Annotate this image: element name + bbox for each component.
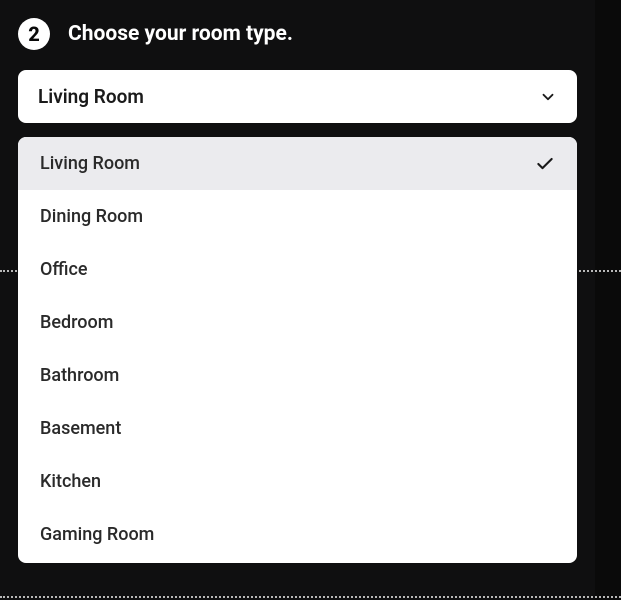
dropdown-option[interactable]: Kitchen xyxy=(18,455,577,508)
step-number: 2 xyxy=(28,22,40,46)
option-label: Basement xyxy=(40,418,121,439)
option-label: Bedroom xyxy=(40,312,113,333)
select-current-value: Living Room xyxy=(38,85,144,108)
dropdown-option[interactable]: Living Room xyxy=(18,137,577,190)
option-label: Living Room xyxy=(40,153,140,174)
step-header: 2 Choose your room type. xyxy=(18,18,577,50)
step-panel: 2 Choose your room type. Living Room Liv… xyxy=(0,0,595,600)
chevron-down-icon xyxy=(539,88,557,106)
room-type-select[interactable]: Living Room xyxy=(18,70,577,123)
dropdown-option[interactable]: Basement xyxy=(18,402,577,455)
step-title: Choose your room type. xyxy=(68,22,293,46)
step-number-badge: 2 xyxy=(18,18,50,50)
option-label: Bathroom xyxy=(40,365,119,386)
check-icon xyxy=(535,154,555,174)
dropdown-option[interactable]: Dining Room xyxy=(18,190,577,243)
dropdown-option[interactable]: Office xyxy=(18,243,577,296)
dropdown-option[interactable]: Bedroom xyxy=(18,296,577,349)
room-type-dropdown: Living Room Dining Room Office Bedroom Bathr… xyxy=(18,137,577,563)
dropdown-option[interactable]: Bathroom xyxy=(18,349,577,402)
dropdown-option[interactable]: Gaming Room xyxy=(18,508,577,561)
option-label: Gaming Room xyxy=(40,524,154,545)
option-label: Office xyxy=(40,259,88,280)
divider-dashed xyxy=(0,596,621,598)
option-label: Dining Room xyxy=(40,206,143,227)
option-label: Kitchen xyxy=(40,471,101,492)
